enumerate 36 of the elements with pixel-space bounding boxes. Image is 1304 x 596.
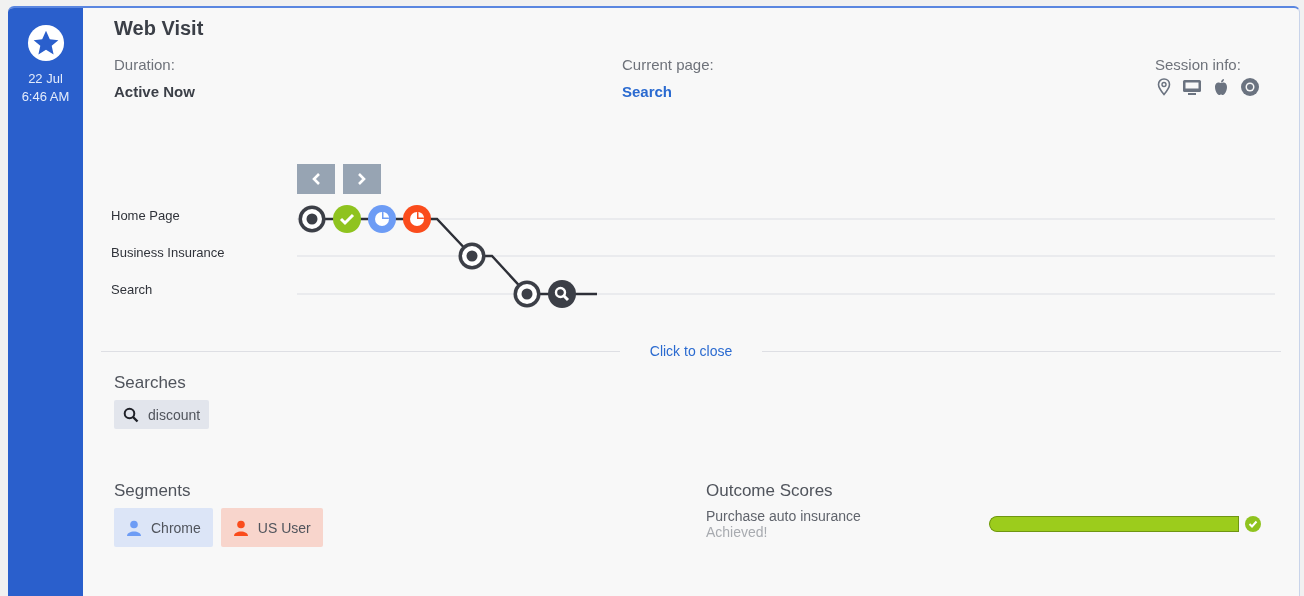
duration-label: Duration: xyxy=(114,56,176,73)
pie-chart-node[interactable] xyxy=(403,205,431,233)
outcome-status: Achieved! xyxy=(706,524,769,540)
page-visit-node[interactable] xyxy=(513,280,541,308)
segment-tag[interactable]: US User xyxy=(220,508,323,547)
card-title: Web Visit xyxy=(113,17,205,40)
lane-label: Home Page xyxy=(111,208,181,225)
chevron-right-icon xyxy=(357,172,367,186)
close-link[interactable]: Click to close xyxy=(649,343,733,359)
lane-label: Search xyxy=(111,282,154,299)
apple-icon xyxy=(1213,78,1229,96)
outcome-name: Purchase auto insurance xyxy=(706,508,862,524)
section-title: Outcome Scores xyxy=(705,481,834,501)
monitor-icon xyxy=(1182,78,1202,96)
current-page-label: Current page: xyxy=(622,56,715,73)
previous-button[interactable] xyxy=(297,164,335,194)
page-visit-node[interactable] xyxy=(298,205,326,233)
page-visit-node[interactable] xyxy=(458,242,486,270)
search-icon xyxy=(123,406,139,423)
section-title: Segments xyxy=(113,481,192,501)
browser-icon xyxy=(1240,77,1260,97)
current-page-link[interactable]: Search xyxy=(622,83,1155,100)
pie-chart-node[interactable] xyxy=(368,205,396,233)
segment-tag[interactable]: Chrome xyxy=(114,508,213,547)
section-title: Searches xyxy=(113,373,187,393)
visit-time: 6:46 AM xyxy=(21,88,70,106)
search-node[interactable] xyxy=(548,280,576,308)
duration-value: Active Now xyxy=(114,83,196,100)
lane-label: Business Insurance xyxy=(111,245,226,262)
search-tag[interactable]: discount xyxy=(114,400,210,429)
goal-check-node[interactable] xyxy=(333,205,361,233)
chevron-left-icon xyxy=(311,172,321,186)
location-pin-icon xyxy=(1157,78,1171,96)
next-button[interactable] xyxy=(343,164,381,194)
visit-date: 22 Jul xyxy=(28,70,63,88)
session-info-label: Session info: xyxy=(1155,56,1242,73)
